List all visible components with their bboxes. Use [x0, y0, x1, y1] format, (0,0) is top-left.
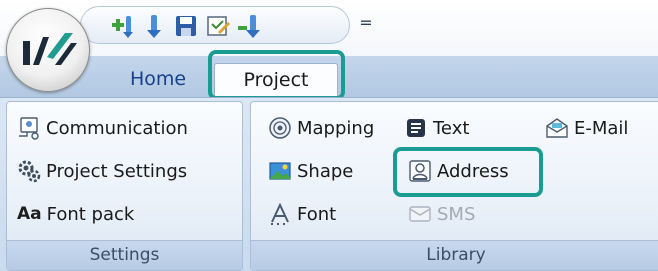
mapping-label: Mapping	[297, 117, 375, 139]
email-label: E-Mail	[574, 117, 629, 139]
app-menu-button[interactable]	[6, 8, 90, 92]
project-settings-button[interactable]: Project Settings	[17, 155, 187, 187]
font-pack-label: Font pack	[46, 203, 135, 225]
text-button[interactable]: Text	[404, 112, 469, 144]
text-icon	[404, 116, 428, 140]
edit-report-icon[interactable]	[204, 12, 232, 40]
sms-button[interactable]: SMS	[408, 198, 475, 230]
address-button[interactable]: Address	[408, 155, 509, 187]
import-icon[interactable]	[236, 12, 264, 40]
font-button[interactable]: Font	[268, 198, 336, 230]
tab-project[interactable]: Project	[214, 63, 338, 98]
insert-icon[interactable]	[140, 12, 168, 40]
settings-group-label: Settings	[7, 240, 242, 270]
shape-icon	[268, 159, 292, 183]
communication-icon	[17, 116, 41, 140]
sms-icon	[408, 202, 432, 226]
communication-label: Communication	[46, 117, 188, 139]
save-icon[interactable]	[172, 12, 200, 40]
app-logo-icon	[23, 33, 77, 65]
address-icon	[408, 159, 432, 183]
library-group-label: Library	[251, 240, 658, 270]
address-label: Address	[437, 160, 509, 182]
email-button[interactable]: E-Mail	[545, 112, 628, 144]
shape-label: Shape	[297, 160, 354, 182]
project-settings-label: Project Settings	[46, 160, 188, 182]
text-label: Text	[433, 117, 470, 139]
project-settings-icon	[17, 159, 41, 183]
tab-home[interactable]: Home	[118, 63, 198, 98]
mapping-button[interactable]: Mapping	[268, 112, 374, 144]
sms-label: SMS	[437, 203, 476, 225]
email-icon	[545, 116, 569, 140]
font-label: Font	[297, 203, 337, 225]
mapping-icon	[268, 116, 292, 140]
font-icon	[268, 202, 292, 226]
communication-button[interactable]: Communication	[17, 112, 188, 144]
customize-toolbar-dropdown[interactable]: =	[358, 14, 374, 32]
add-item-icon[interactable]	[108, 12, 136, 40]
font-pack-button[interactable]: Aa Font pack	[17, 198, 134, 230]
shape-button[interactable]: Shape	[268, 155, 353, 187]
font-pack-icon: Aa	[17, 204, 42, 224]
